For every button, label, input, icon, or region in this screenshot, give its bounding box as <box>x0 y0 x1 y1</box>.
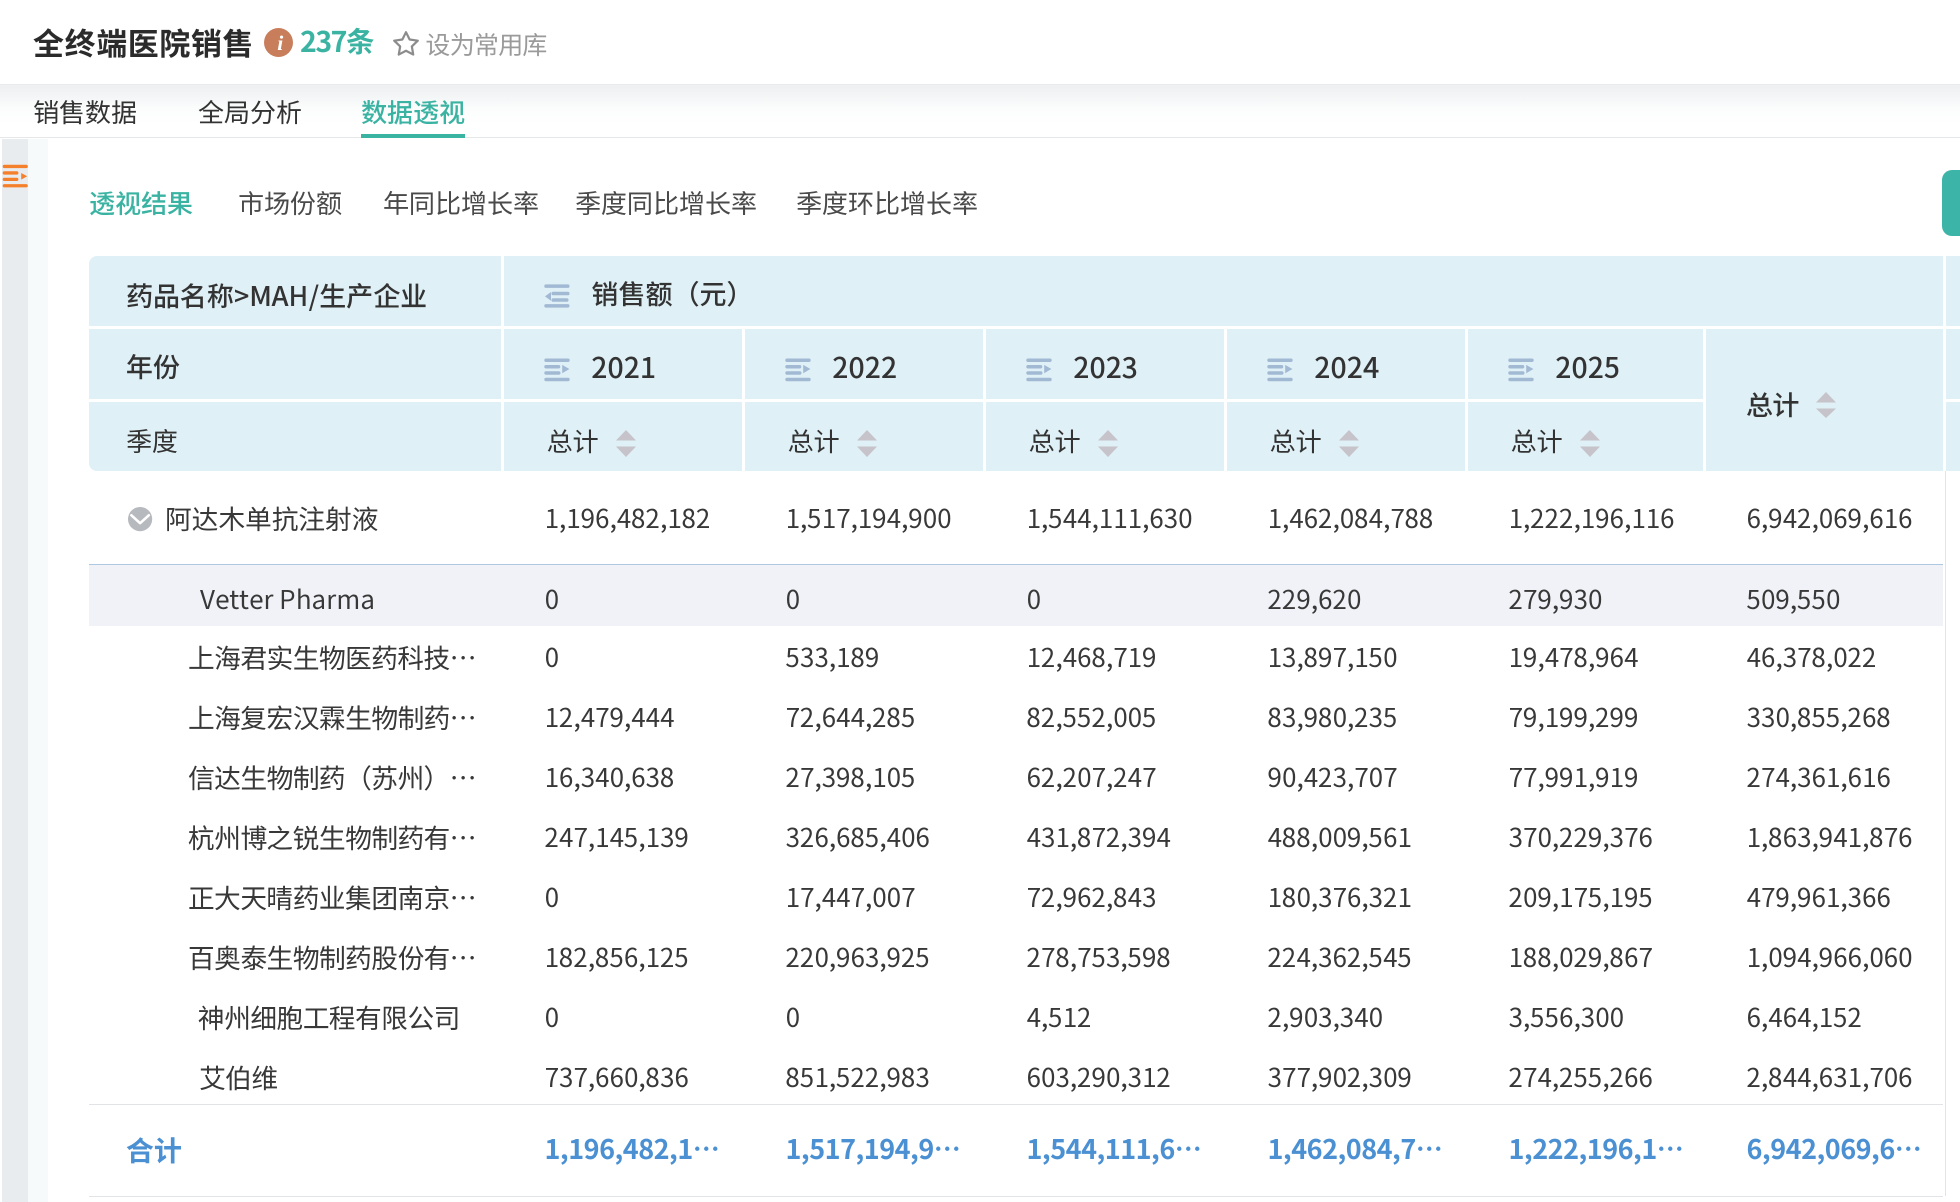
svg-text:i: i <box>277 31 283 55</box>
